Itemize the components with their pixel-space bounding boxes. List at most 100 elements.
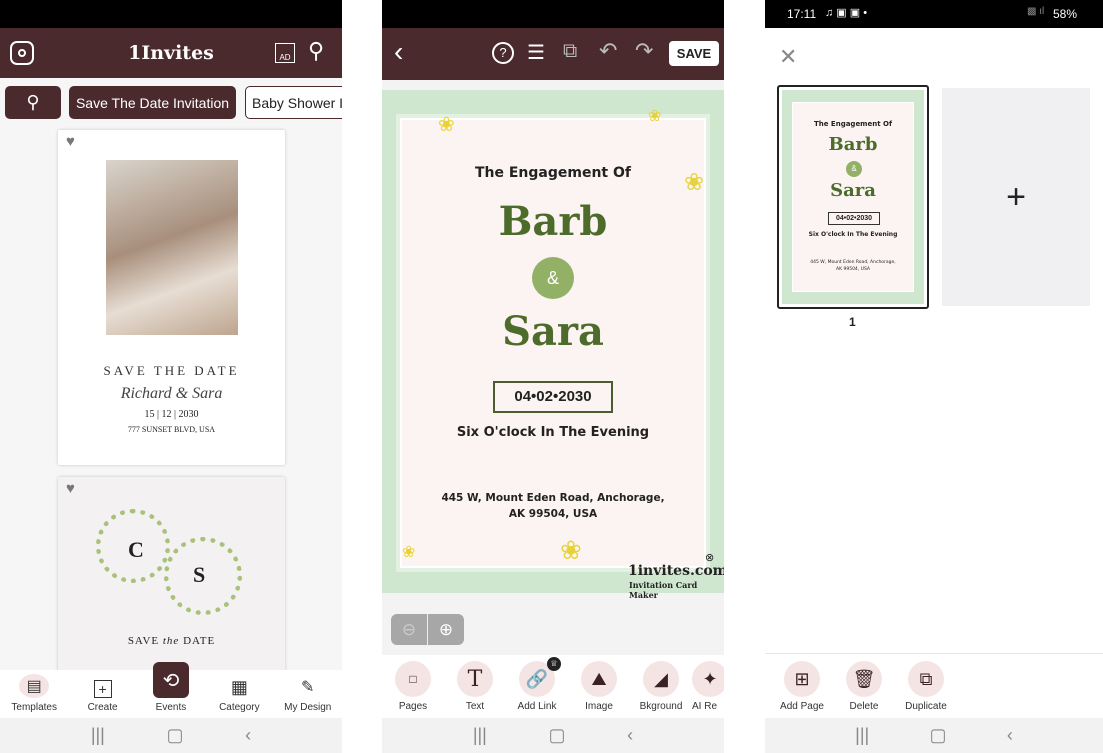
tool-label: Bkground [639,701,683,712]
back-icon[interactable]: ‹ [627,725,633,746]
add-page-card[interactable]: + [942,88,1090,306]
plus-square-icon: + [93,680,112,698]
inv-address1: 445 W, Mount Eden Road, Anchorage, [441,492,665,504]
signal-icon: ▩ ıl [1027,6,1045,17]
template-card[interactable]: ♥ SAVE THE DATE Richard & Sara 15 | 12 |… [58,130,285,465]
editor-header: ‹ ? ☰ ⧉ ↶ ↷ SAVE [382,28,724,80]
flower-icon: ❀ [402,544,416,561]
background-icon: ◢ [643,661,679,697]
home-icon[interactable]: ▢ [930,725,947,746]
history-icon: ⟲ [152,662,189,698]
text-icon: T [457,661,493,697]
zoom-out-icon[interactable]: ⊖ [391,614,428,645]
sparkle-icon: ✦ [692,661,724,697]
zoom-in-icon[interactable]: ⊕ [428,614,464,645]
tool-label: Text [465,701,485,712]
recents-icon[interactable]: ||| [91,725,105,746]
crown-icon: ♕ [547,657,561,671]
duplicate-icon: ⧉ [908,661,944,697]
help-icon[interactable]: ? [492,42,514,64]
t2: the [162,635,180,647]
tool-add-link[interactable]: 🔗 ♕ Add Link [506,657,568,718]
nav-label: Templates [11,702,57,713]
inv-time: Six O'clock In The Evening [456,425,650,440]
tool-duplicate[interactable]: ⧉ Duplicate [895,661,957,718]
card-address: 777 SUNSET BLVD, USA [127,425,216,434]
heart-icon[interactable]: ♥ [66,481,75,498]
card-names: Richard & Sara [120,385,223,402]
nav-category[interactable]: ▦ Category [209,676,269,714]
tool-label: Add Link [517,701,557,712]
image-icon: ⛰ [581,661,617,697]
duplicate-icon[interactable]: ⧉ [563,40,577,63]
initial-c: C [128,537,144,562]
inv-name2: Sara [502,308,604,355]
couple-photo [106,160,238,335]
save-button[interactable]: SAVE [669,41,719,66]
tool-label: Pages [398,701,428,712]
template-card[interactable]: ♥ C S SAVE the DATE [58,477,285,677]
initial-s: S [193,562,206,587]
flower-icon: ❀ [438,114,455,136]
heart-icon[interactable]: ♥ [66,134,75,151]
close-icon[interactable]: ✕ [779,44,797,70]
recents-icon[interactable]: ||| [473,725,487,746]
tool-delete[interactable]: 🗑 Delete [833,661,895,718]
tool-ai[interactable]: ✦ AI Re [692,661,724,718]
bottom-nav: ▤ Templates + Create ⟲ Events ▦ Category ✎ My… [0,662,342,718]
home-icon[interactable]: ▢ [166,725,183,746]
trash-icon: 🗑 [846,661,882,697]
status-time: 17:11 [787,7,817,21]
search-chip[interactable]: ⚲ [5,86,61,119]
thumb-heading: The Engagement Of [813,120,892,128]
flower-icon: ❀ [648,108,662,125]
system-nav: ||| ▢ ‹ [0,718,342,753]
watermark-sub: Invitation Card Maker [629,580,698,600]
tool-image[interactable]: ⛰ Image [568,661,630,718]
thumb-name2: Sara [830,180,876,201]
inv-amp: & [532,257,574,299]
nav-events[interactable]: ⟲ Events [141,662,201,713]
tool-pages[interactable]: □ Pages [382,661,444,718]
layers-icon[interactable]: ☰ [527,40,545,65]
nav-label: Events [155,702,187,713]
back-icon[interactable]: ‹ [1007,725,1013,746]
thumb-date: 04•02•2030 [828,212,880,225]
home-icon[interactable]: ▢ [548,725,565,746]
tool-label: AI Re [692,701,718,712]
inv-date: 04•02•2030 [493,381,613,413]
nav-label: My Design [284,702,332,713]
status-bar [0,0,342,28]
search-icon[interactable]: ⚲ [308,38,324,64]
nav-templates[interactable]: ▤ Templates [4,674,64,713]
t3: DATE [183,635,216,647]
undo-icon[interactable]: ↶ [599,38,617,64]
invitation-canvas[interactable]: ❀ ❀ ❀ ❀ ❀ The Engagement Of Barb & Sara … [382,90,724,600]
redo-icon[interactable]: ↷ [635,38,653,64]
recents-icon[interactable]: ||| [855,725,869,746]
search-icon: ⚲ [26,92,40,112]
nav-my-design[interactable]: ✎ My Design [278,676,338,713]
tool-background[interactable]: ◢ Bkground [630,661,692,718]
plus-icon: + [1006,177,1026,216]
pages-toolbar: ⊞ Add Page 🗑 Delete ⧉ Duplicate [765,653,1103,718]
system-nav: ||| ▢ ‹ [765,718,1103,753]
thumb-name1: Barb [828,134,878,155]
tool-text[interactable]: T Text [444,661,506,718]
card-title: SAVE THE DATE [103,363,240,378]
link-icon: 🔗 ♕ [519,657,561,697]
back-icon[interactable]: ‹ [245,725,251,746]
back-icon[interactable]: ‹ [394,36,403,68]
page-thumbnail[interactable]: The Engagement Of Barb & Sara 04•02•2030… [777,85,929,309]
tool-add-page[interactable]: ⊞ Add Page [771,661,833,718]
ad-icon[interactable]: AD [275,43,295,63]
middle-phone: ‹ ? ☰ ⧉ ↶ ↷ SAVE ❀ ❀ ❀ ❀ ❀ The Engagemen… [382,0,724,753]
chip-save-the-date[interactable]: Save The Date Invitation [69,86,236,119]
chip-baby-shower[interactable]: Baby Shower I [245,86,342,119]
tool-label: Image [585,701,613,712]
tool-label: Add Page [780,701,824,712]
left-phone: 1Invites AD ⚲ ⚲ Save The Date Invitation… [0,0,342,753]
t1: SAVE [127,635,160,647]
nav-create[interactable]: + Create [73,680,133,713]
nav-label: Category [219,702,260,713]
